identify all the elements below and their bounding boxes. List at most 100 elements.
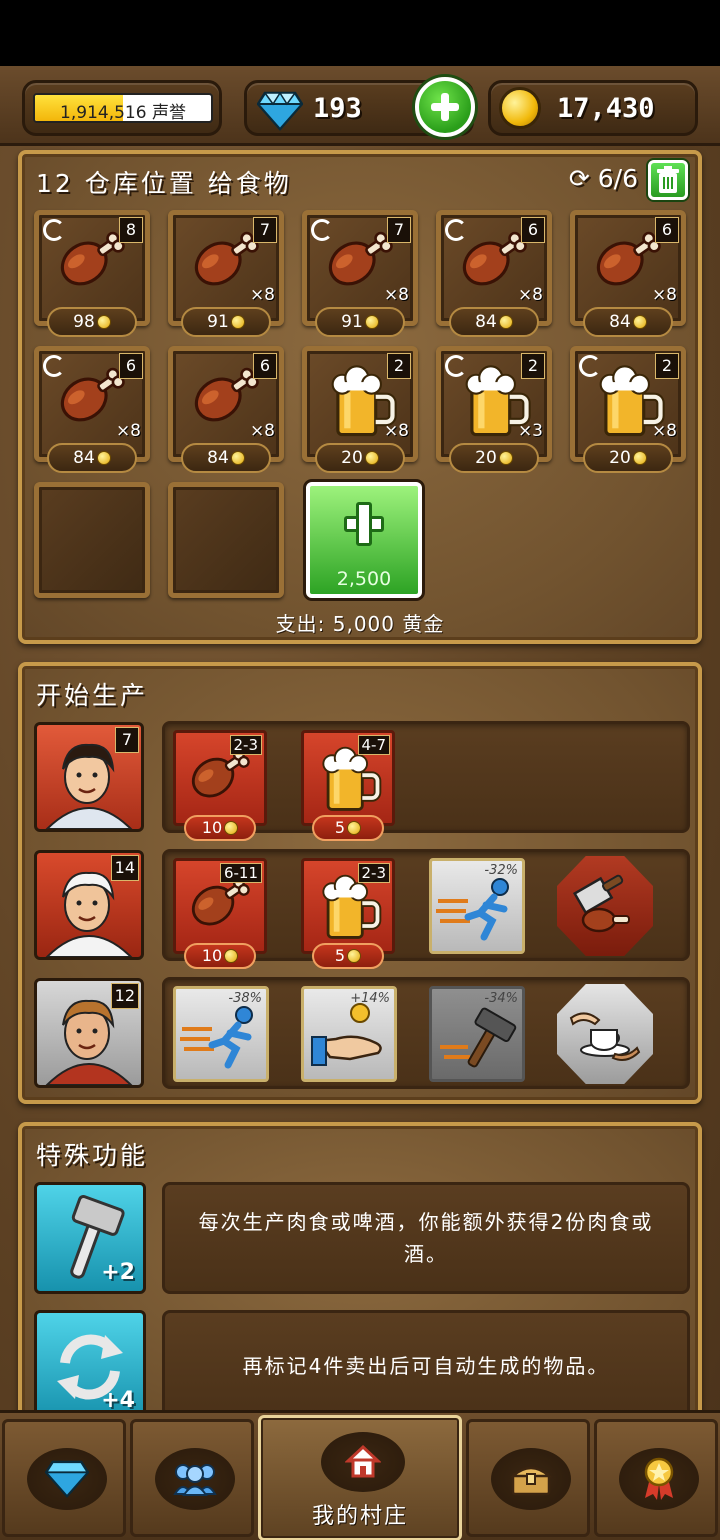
item-level: 7: [253, 217, 277, 243]
storage-slot-meat[interactable]: 7 ×8 91: [302, 210, 418, 337]
feature-refresh-tile[interactable]: +4: [34, 1310, 146, 1422]
produce-meat-button[interactable]: 2-3 10: [173, 730, 267, 841]
status-bar: [0, 0, 720, 66]
skill-tile[interactable]: -34%: [429, 986, 525, 1082]
storage-slot-meat[interactable]: 6 ×8 84: [436, 210, 552, 337]
refresh-icon: ⟳: [568, 164, 590, 193]
item-price: 84: [583, 307, 673, 337]
home-icon: [345, 1444, 381, 1478]
item-price-value: 84: [73, 448, 95, 468]
production-cost-value: 5: [334, 946, 346, 965]
skill-tile[interactable]: -32%: [429, 858, 525, 954]
item-level: 7: [387, 217, 411, 243]
gold-coin-icon: [632, 451, 647, 465]
resource-bar: 1,914,516 声誉 193 17,430: [0, 66, 720, 146]
special-title: 特殊功能: [36, 1141, 149, 1170]
item-level: 6: [119, 353, 143, 379]
storage-slot-beer[interactable]: 2 ×8 20: [302, 346, 418, 473]
produce-meat-button[interactable]: 6-11 10: [173, 858, 267, 969]
empty-slot[interactable]: [168, 482, 284, 598]
auto-refresh-icon: [311, 219, 333, 241]
skill-art: [565, 994, 645, 1078]
nav-treasure-button[interactable]: [466, 1419, 590, 1537]
item-level: 8: [119, 217, 143, 243]
buy-slot-button[interactable]: 2,500: [306, 482, 422, 598]
reputation-value: 1,914,516: [60, 103, 147, 123]
auto-refresh-icon: [579, 355, 601, 377]
gold-coin-icon: [230, 451, 245, 465]
gold-coin-icon: [498, 451, 513, 465]
gold-coin-icon: [224, 821, 239, 835]
item-price-value: 20: [475, 448, 497, 468]
item-quantity: ×8: [651, 285, 677, 305]
worker-level: 7: [115, 727, 139, 753]
skill-badge[interactable]: [557, 856, 653, 956]
production-cost-value: 10: [201, 946, 223, 965]
item-price: 98: [47, 307, 137, 337]
item-price: 20: [583, 443, 673, 473]
gold-coin-icon: [364, 315, 379, 329]
storage-slot-meat[interactable]: 6 ×8 84: [168, 346, 284, 473]
production-cost: 10: [184, 815, 256, 841]
gold-coin-icon: [347, 821, 362, 835]
storage-slot-meat[interactable]: 6 ×8 84: [34, 346, 150, 473]
production-cost-value: 5: [334, 818, 346, 837]
item-price: 84: [449, 307, 539, 337]
produce-beer-button[interactable]: 4-7 5: [301, 730, 395, 841]
item-price: 20: [315, 443, 405, 473]
skill-badge[interactable]: [557, 984, 653, 1084]
skill-percent: -32%: [484, 863, 518, 878]
cleaver-meat-icon: [572, 874, 630, 933]
reputation-text: 1,914,516 声誉: [35, 98, 211, 123]
item-price: 91: [181, 307, 271, 337]
feature-description: 每次生产肉食或啤酒，你能额外获得2份肉食或酒。: [162, 1182, 690, 1294]
feature-bonus: +2: [101, 1260, 135, 1285]
special-panel: 特殊功能 +2 每次生产肉食或啤酒，你能额外获得2份肉食或酒。 +4 再标记4件…: [18, 1122, 702, 1432]
medal-icon: [644, 1457, 674, 1500]
item-price: 20: [449, 443, 539, 473]
storage-slot-meat[interactable]: 6 ×8 84: [570, 210, 686, 337]
skill-art: [306, 999, 392, 1079]
storage-slot-meat[interactable]: 7 ×8 91: [168, 210, 284, 337]
skill-tile[interactable]: +14%: [301, 986, 397, 1082]
skill-art: [434, 999, 520, 1079]
storage-slot-count: ⟳ 6/6: [569, 164, 638, 193]
empty-slot[interactable]: [34, 482, 150, 598]
worker-portrait[interactable]: 12: [34, 978, 144, 1088]
storage-slot-meat[interactable]: 8 98: [34, 210, 150, 337]
reputation-display: 1,914,516 声誉: [22, 80, 222, 136]
item-price: 84: [47, 443, 137, 473]
serve-tea-icon: [569, 1012, 641, 1061]
gem-count: 193: [313, 93, 362, 124]
feature-description: 再标记4件卖出后可自动生成的物品。: [162, 1310, 690, 1422]
hand-coin-icon: [311, 1003, 382, 1066]
nav-village-button[interactable]: 我的村庄: [258, 1415, 462, 1540]
yield-range: 2-3: [357, 863, 390, 883]
feature-hammer-tile[interactable]: +2: [34, 1182, 146, 1294]
item-price-value: 84: [207, 448, 229, 468]
gold-coin-icon: [96, 315, 111, 329]
worker-level: 12: [110, 983, 139, 1009]
skill-percent: +14%: [350, 991, 390, 1006]
nav-gems-button[interactable]: [2, 1419, 126, 1537]
item-price: 84: [181, 443, 271, 473]
production-cost: 10: [184, 943, 256, 969]
skill-art: [178, 999, 264, 1079]
worker-portrait[interactable]: 7: [34, 722, 144, 832]
skill-tile[interactable]: -38%: [173, 986, 269, 1082]
production-cost: 5: [312, 943, 384, 969]
worker-portrait[interactable]: 14: [34, 850, 144, 960]
bottom-nav: 我的村庄: [0, 1410, 720, 1540]
item-price-value: 98: [73, 312, 95, 332]
buy-gems-button[interactable]: [415, 77, 475, 137]
storage-slot-beer[interactable]: 2 ×3 20: [436, 346, 552, 473]
buy-slot-price: 2,500: [336, 568, 392, 590]
gold-display: 17,430: [488, 80, 698, 136]
produce-beer-button[interactable]: 2-3 5: [301, 858, 395, 969]
storage-slot-beer[interactable]: 2 ×8 20: [570, 346, 686, 473]
item-level: 2: [655, 353, 679, 379]
gold-coin-icon: [347, 949, 362, 963]
trash-button[interactable]: [648, 160, 688, 200]
nav-achievements-button[interactable]: [594, 1419, 718, 1537]
nav-social-button[interactable]: [130, 1419, 254, 1537]
